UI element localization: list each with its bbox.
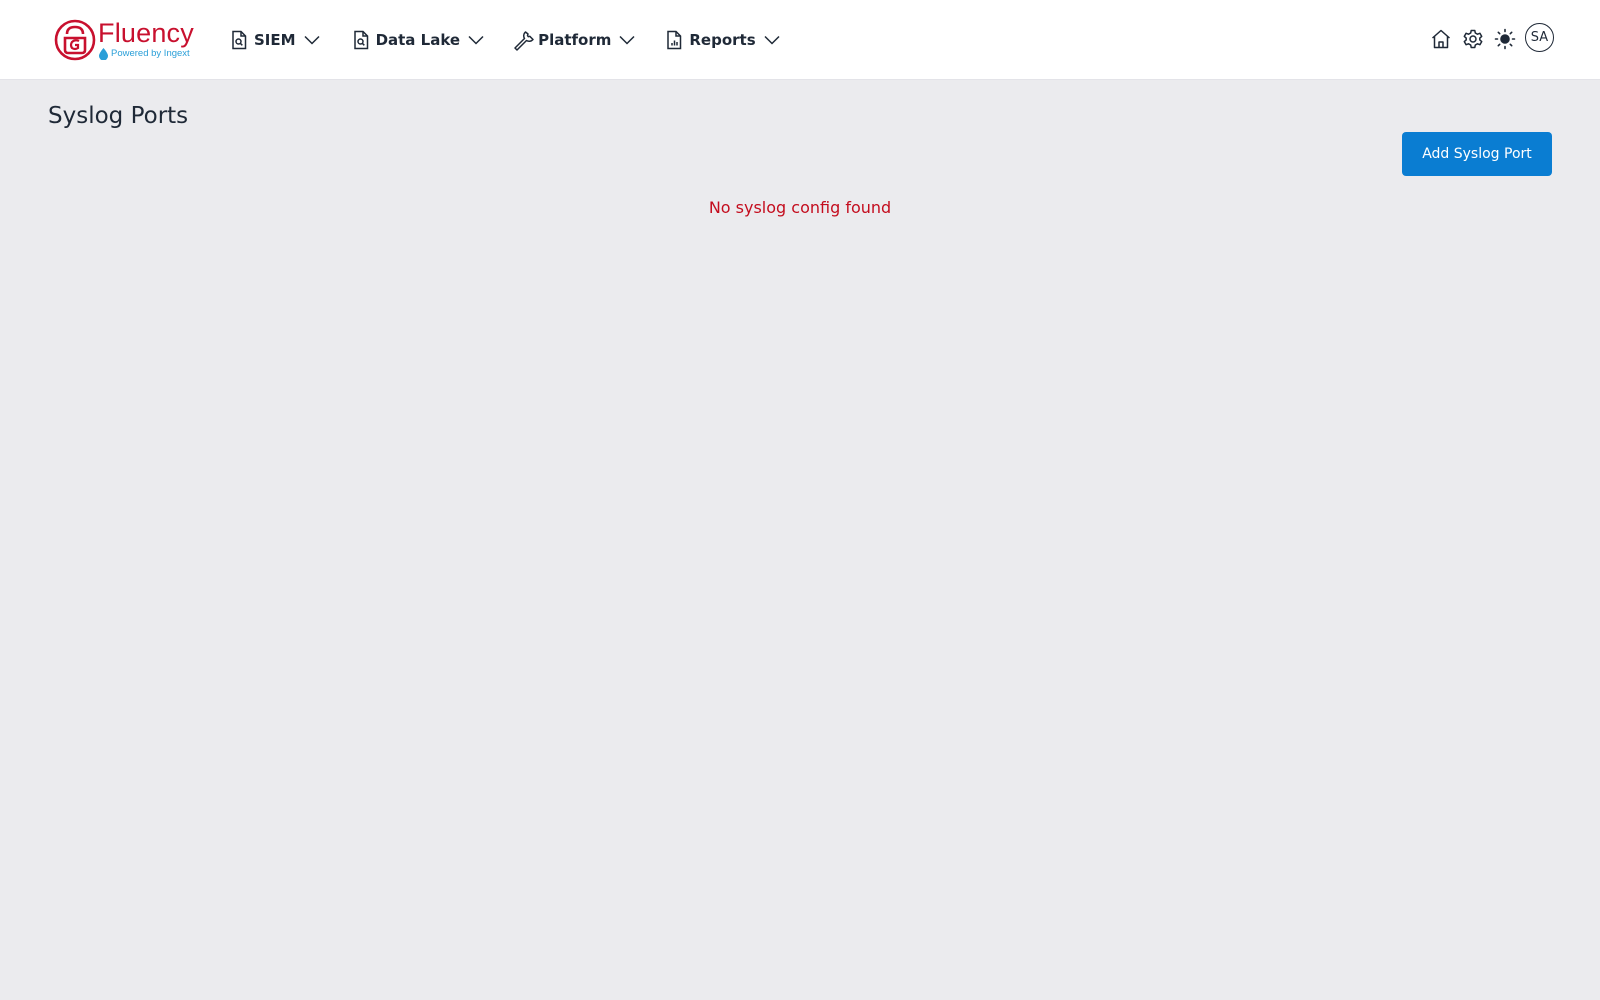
header-actions: SA	[1420, 23, 1554, 55]
chevron-down-icon	[764, 32, 780, 48]
nav-item-data-lake[interactable]: Data Lake	[350, 24, 485, 56]
top-navigation-bar: Fluency Powered by Ingext SIEM Data Lake…	[0, 0, 1600, 80]
wrench-icon	[512, 29, 534, 51]
brand-tagline: Powered by Ingext	[98, 48, 194, 60]
file-chart-icon	[663, 29, 685, 51]
empty-state-message: No syslog config found	[708, 198, 892, 217]
chevron-down-icon	[619, 32, 635, 48]
file-search-icon	[228, 29, 250, 51]
fluency-logo-mark-icon	[54, 19, 96, 61]
sun-icon[interactable]	[1494, 28, 1516, 50]
main-navigation: SIEM Data Lake Platform Reports	[228, 24, 780, 56]
nav-label-siem: SIEM	[254, 31, 296, 49]
logo-text: Fluency Powered by Ingext	[98, 20, 194, 60]
nav-label-platform: Platform	[538, 31, 612, 49]
add-syslog-port-button[interactable]: Add Syslog Port	[1402, 132, 1552, 176]
nav-label-reports: Reports	[689, 31, 756, 49]
brand-tagline-text: Powered by Ingext	[111, 48, 190, 60]
nav-label-data-lake: Data Lake	[375, 31, 461, 49]
file-search-icon	[350, 29, 372, 51]
ingext-drop-icon	[99, 48, 108, 60]
nav-item-siem[interactable]: SIEM	[228, 24, 320, 56]
nav-item-platform[interactable]: Platform	[512, 24, 635, 56]
page-title: Syslog Ports	[48, 103, 189, 129]
chevron-down-icon	[304, 32, 320, 48]
user-avatar[interactable]: SA	[1525, 23, 1554, 52]
gear-icon[interactable]	[1462, 28, 1484, 50]
nav-item-reports[interactable]: Reports	[663, 24, 780, 56]
brand-name: Fluency	[98, 18, 194, 48]
chevron-down-icon	[468, 32, 484, 48]
fluency-logo[interactable]: Fluency Powered by Ingext	[54, 18, 199, 62]
home-icon[interactable]	[1430, 28, 1452, 50]
